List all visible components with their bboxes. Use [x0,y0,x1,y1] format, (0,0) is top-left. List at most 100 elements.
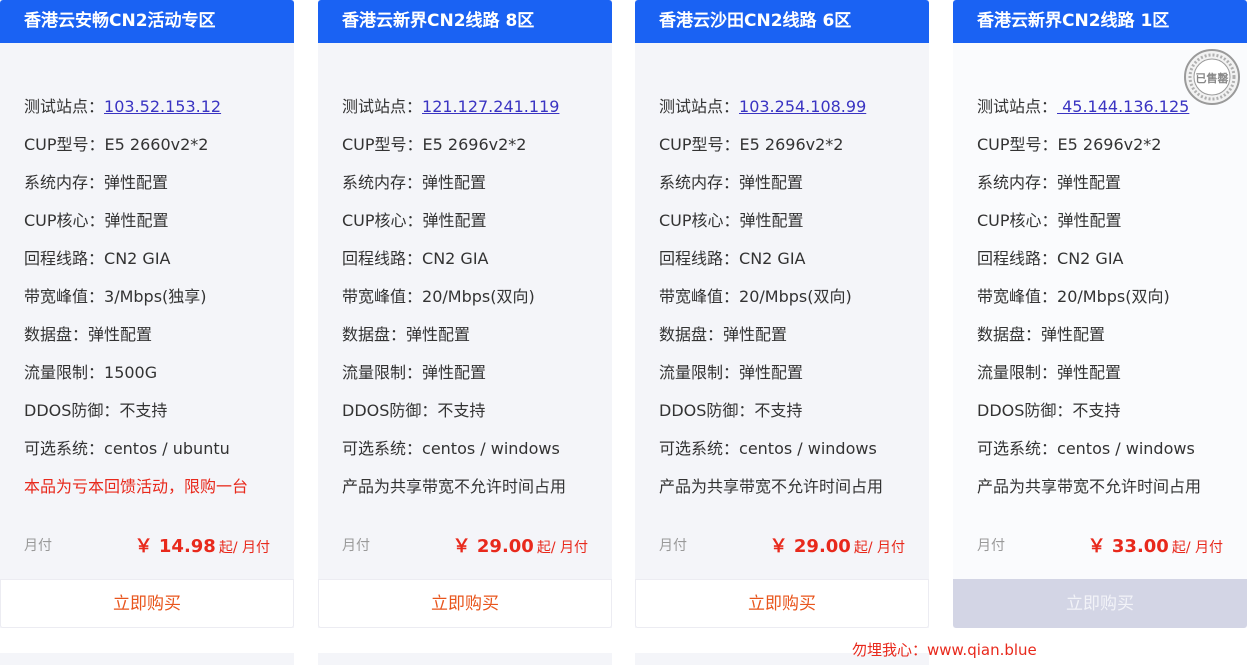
spec-list: 测试站点：103.254.108.99 CUP型号：E5 2696v2*2 系统… [659,94,921,512]
spec-value: centos / windows [1057,439,1195,458]
spec-label: 系统内存： [659,173,740,192]
product-note: 产品为共享带宽不允许时间占用 [659,477,884,496]
product-note: 本品为亏本回馈活动，限购一台 [24,477,249,496]
spec-cores: CUP核心：弹性配置 [342,208,604,246]
spec-value: 弹性配置 [723,325,788,344]
spec-os: 可选系统：centos / windows [659,436,921,474]
spec-cores: CUP核心：弹性配置 [977,208,1239,246]
spec-value: 20/Mbps(双向) [1057,287,1170,306]
watermark-text: 勿埋我心：www.qian.blue [852,641,1037,659]
spec-value: centos / windows [422,439,560,458]
card-title: 香港云安畅CN2活动专区 [0,0,294,43]
spec-value: CN2 GIA [1057,249,1124,268]
spec-value: 20/Mbps(双向) [739,287,852,306]
price-amount: ￥ 29.00 [769,536,851,557]
spec-label: DDOS防御： [342,401,438,420]
buy-now-button-disabled: 立即购买 [953,579,1247,628]
billing-cycle: 月付 [659,538,687,554]
price-row: 月付 ￥ 29.00 起/ 月付 [659,531,905,559]
spec-value: 弹性配置 [104,173,169,192]
spec-traffic: 流量限制：弹性配置 [977,360,1239,398]
spec-label: 数据盘： [977,325,1042,344]
spec-label: 数据盘： [24,325,89,344]
card-title: 香港云新界CN2线路 1区 [953,0,1247,43]
spec-label: DDOS防御： [977,401,1073,420]
spec-value: centos / ubuntu [104,439,230,458]
spec-value: CN2 GIA [422,249,489,268]
spec-disk: 数据盘：弹性配置 [342,322,604,360]
spec-label: 可选系统： [977,439,1058,458]
spec-value: 弹性配置 [739,211,804,230]
price: ￥ 29.00 起/ 月付 [453,532,588,558]
spec-value: 弹性配置 [739,363,804,382]
spec-label: 带宽峰值： [977,287,1058,306]
price-amount: ￥ 14.98 [134,536,216,557]
test-site-link[interactable]: 45.144.136.125 [1057,97,1189,116]
spec-disk: 数据盘：弹性配置 [977,322,1239,360]
spec-value: 不支持 [437,401,486,420]
spec-label: 流量限制： [977,363,1058,382]
spec-label: 回程线路： [342,249,423,268]
product-card: 香港云沙田CN2线路 6区 测试站点：103.254.108.99 CUP型号：… [635,0,929,628]
spec-label: DDOS防御： [24,401,120,420]
spec-traffic: 流量限制：弹性配置 [659,360,921,398]
card-title: 香港云沙田CN2线路 6区 [635,0,929,43]
product-card: 香港云新界CN2线路 1区 已售罄 测试站点： 45.144.136.125 C… [953,0,1247,628]
spec-cpu: CUP型号：E5 2696v2*2 [659,132,921,170]
spec-label: 系统内存： [977,173,1058,192]
buy-now-button[interactable]: 立即购买 [318,579,612,628]
buy-now-button[interactable]: 立即购买 [0,579,294,628]
spec-label: 数据盘： [342,325,407,344]
product-card: 香港云安畅CN2活动专区 测试站点：103.52.153.12 CUP型号：E5… [0,0,294,628]
spec-route: 回程线路：CN2 GIA [24,246,286,284]
price-amount: ￥ 29.00 [452,536,534,557]
spec-label: CUP核心： [659,211,740,230]
billing-cycle: 月付 [342,538,370,554]
price-unit: 起/ 月付 [218,540,270,556]
billing-cycle: 月付 [24,538,52,554]
next-card-top [318,653,612,665]
spec-memory: 系统内存：弹性配置 [977,170,1239,208]
spec-value: 3/Mbps(独享) [104,287,207,306]
spec-label: 测试站点： [977,97,1058,116]
spec-cores: CUP核心：弹性配置 [24,208,286,246]
price-row: 月付 ￥ 33.00 起/ 月付 [977,531,1223,559]
spec-route: 回程线路：CN2 GIA [342,246,604,284]
price-unit: 起/ 月付 [536,540,588,556]
test-site-link[interactable]: 121.127.241.119 [422,97,559,116]
spec-label: 带宽峰值： [342,287,423,306]
billing-cycle: 月付 [977,538,1005,554]
product-grid: 香港云安畅CN2活动专区 测试站点：103.52.153.12 CUP型号：E5… [0,0,1250,665]
product-card: 香港云新界CN2线路 8区 测试站点：121.127.241.119 CUP型号… [318,0,612,628]
spec-label: CUP核心： [342,211,423,230]
spec-value: 弹性配置 [739,173,804,192]
spec-label: DDOS防御： [659,401,755,420]
card-title: 香港云新界CN2线路 8区 [318,0,612,43]
spec-label: 测试站点： [24,97,105,116]
spec-value: 弹性配置 [422,173,487,192]
spec-value: 不支持 [754,401,803,420]
spec-label: CUP型号： [659,135,740,154]
spec-cpu: CUP型号：E5 2660v2*2 [24,132,286,170]
spec-label: 回程线路： [977,249,1058,268]
spec-memory: 系统内存：弹性配置 [659,170,921,208]
spec-value: 弹性配置 [1057,211,1122,230]
spec-value: 弹性配置 [422,363,487,382]
price-row: 月付 ￥ 14.98 起/ 月付 [24,531,270,559]
buy-now-button[interactable]: 立即购买 [635,579,929,628]
sold-stamp-text: 已售罄 [1196,71,1229,85]
spec-label: 数据盘： [659,325,724,344]
test-site-link[interactable]: 103.52.153.12 [104,97,221,116]
spec-bandwidth: 带宽峰值：20/Mbps(双向) [342,284,604,322]
spec-os: 可选系统：centos / ubuntu [24,436,286,474]
test-site-link[interactable]: 103.254.108.99 [739,97,866,116]
spec-ddos: DDOS防御：不支持 [977,398,1239,436]
spec-value: E5 2696v2*2 [422,135,527,154]
next-card-top [0,653,294,665]
spec-label: CUP型号： [977,135,1058,154]
spec-list: 测试站点： 45.144.136.125 CUP型号：E5 2696v2*2 系… [977,94,1239,512]
spec-label: 流量限制： [24,363,105,382]
spec-test-site: 测试站点：121.127.241.119 [342,94,604,132]
price-unit: 起/ 月付 [853,540,905,556]
price: ￥ 14.98 起/ 月付 [135,532,270,558]
